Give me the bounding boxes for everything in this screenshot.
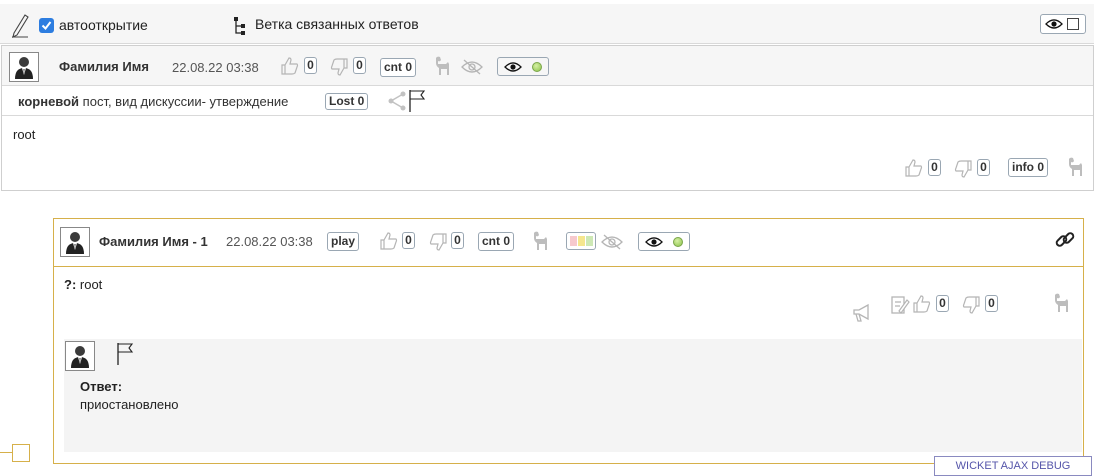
branch-tree-icon[interactable] xyxy=(233,16,247,36)
post-meta-type: корневой xyxy=(18,94,80,109)
inner-dislike-count: 0 xyxy=(985,295,998,312)
author-name[interactable]: Фамилия Имя xyxy=(59,59,149,74)
thumbs-down-icon[interactable] xyxy=(953,159,973,179)
post-meta: корневой пост, вид дискуссии- утверждени… xyxy=(18,94,288,109)
root-post-header: Фамилия Имя 22.08.22 03:38 0 0 cnt 0 xyxy=(2,46,1093,86)
answer-panel: Ответ: приостановлено xyxy=(64,339,1082,452)
share-icon[interactable] xyxy=(387,90,407,112)
root-post: Фамилия Имя 22.08.22 03:38 0 0 cnt 0 кор… xyxy=(1,45,1094,191)
collapse-box[interactable] xyxy=(12,444,30,462)
answer-label: Ответ: xyxy=(80,379,123,394)
avatar[interactable] xyxy=(65,341,95,371)
hidden-eye-icon[interactable] xyxy=(460,58,484,76)
post-date: 22.08.22 03:38 xyxy=(226,234,313,249)
wicket-debug-label: WICKET AJAX DEBUG xyxy=(955,460,1071,472)
like-count: 0 xyxy=(304,57,317,74)
question-prefix: ?: xyxy=(64,277,77,292)
answer-text: приостановлено xyxy=(80,397,179,412)
question: ?: root xyxy=(64,277,102,292)
dog-icon[interactable] xyxy=(1052,292,1072,314)
post-body: root xyxy=(13,127,36,142)
like-count: 0 xyxy=(402,232,415,249)
dislike-count: 0 xyxy=(451,232,464,249)
dislike-count: 0 xyxy=(353,57,366,74)
thumbs-down-icon[interactable] xyxy=(329,57,349,77)
thumbs-up-icon[interactable] xyxy=(379,231,399,251)
top-toolbar: автооткрытие Ветка связанных ответов xyxy=(0,4,1094,44)
post-date: 22.08.22 03:38 xyxy=(172,60,259,75)
dog-icon[interactable] xyxy=(531,230,551,252)
author-name[interactable]: Фамилия Имя - 1 xyxy=(99,234,208,249)
inner-like-count: 0 xyxy=(936,295,949,312)
reply-post-header: Фамилия Имя - 1 22.08.22 03:38 play 0 0 … xyxy=(54,219,1083,267)
link-icon[interactable] xyxy=(1054,229,1076,251)
cnt-badge[interactable]: cnt 0 xyxy=(380,58,417,77)
thumbs-up-icon[interactable] xyxy=(904,158,924,178)
lost-badge[interactable]: Lost 0 xyxy=(325,93,369,110)
megaphone-icon[interactable] xyxy=(851,302,873,324)
hidden-eye-icon[interactable] xyxy=(600,233,624,251)
visibility-toggle[interactable] xyxy=(1040,14,1086,34)
colors-palette-icon[interactable] xyxy=(566,232,596,250)
play-badge[interactable]: play xyxy=(327,232,360,251)
dog-icon[interactable] xyxy=(1066,156,1086,178)
info-badge[interactable]: info 0 xyxy=(1008,158,1048,177)
edit-note-icon[interactable] xyxy=(890,294,910,316)
autoopen-checkbox[interactable] xyxy=(39,18,54,33)
wicket-debug-tab[interactable]: WICKET AJAX DEBUG xyxy=(934,456,1092,476)
flag-icon[interactable] xyxy=(116,342,136,366)
dog-icon[interactable] xyxy=(433,55,453,77)
branch-label[interactable]: Ветка связанных ответов xyxy=(255,16,419,32)
eye-icon xyxy=(645,236,663,248)
pencil-icon[interactable] xyxy=(10,12,30,38)
thumbs-down-icon[interactable] xyxy=(428,232,448,252)
avatar[interactable] xyxy=(60,227,90,257)
eye-icon xyxy=(1045,18,1063,30)
post-meta-row: корневой пост, вид дискуссии- утверждени… xyxy=(2,86,1093,116)
thumbs-up-icon[interactable] xyxy=(280,56,300,76)
eye-icon xyxy=(504,61,522,73)
flag-icon[interactable] xyxy=(408,89,428,113)
footer-dislike-count: 0 xyxy=(977,159,990,176)
footer-like-count: 0 xyxy=(928,159,941,176)
question-text: root xyxy=(76,277,103,292)
thumbs-down-icon[interactable] xyxy=(961,295,981,315)
cnt-badge[interactable]: cnt 0 xyxy=(478,232,515,251)
post-meta-desc: пост, вид дискуссии- утверждение xyxy=(79,94,289,109)
view-status[interactable] xyxy=(497,57,549,76)
thumbs-up-icon[interactable] xyxy=(912,294,932,314)
status-dot-icon xyxy=(673,236,683,247)
reply-post: Фамилия Имя - 1 22.08.22 03:38 play 0 0 … xyxy=(53,218,1084,464)
autoopen-label[interactable]: автооткрытие xyxy=(59,17,148,33)
visibility-checkbox[interactable] xyxy=(1067,18,1079,30)
avatar[interactable] xyxy=(9,52,39,82)
view-status[interactable] xyxy=(638,232,690,251)
status-dot-icon xyxy=(532,61,542,72)
